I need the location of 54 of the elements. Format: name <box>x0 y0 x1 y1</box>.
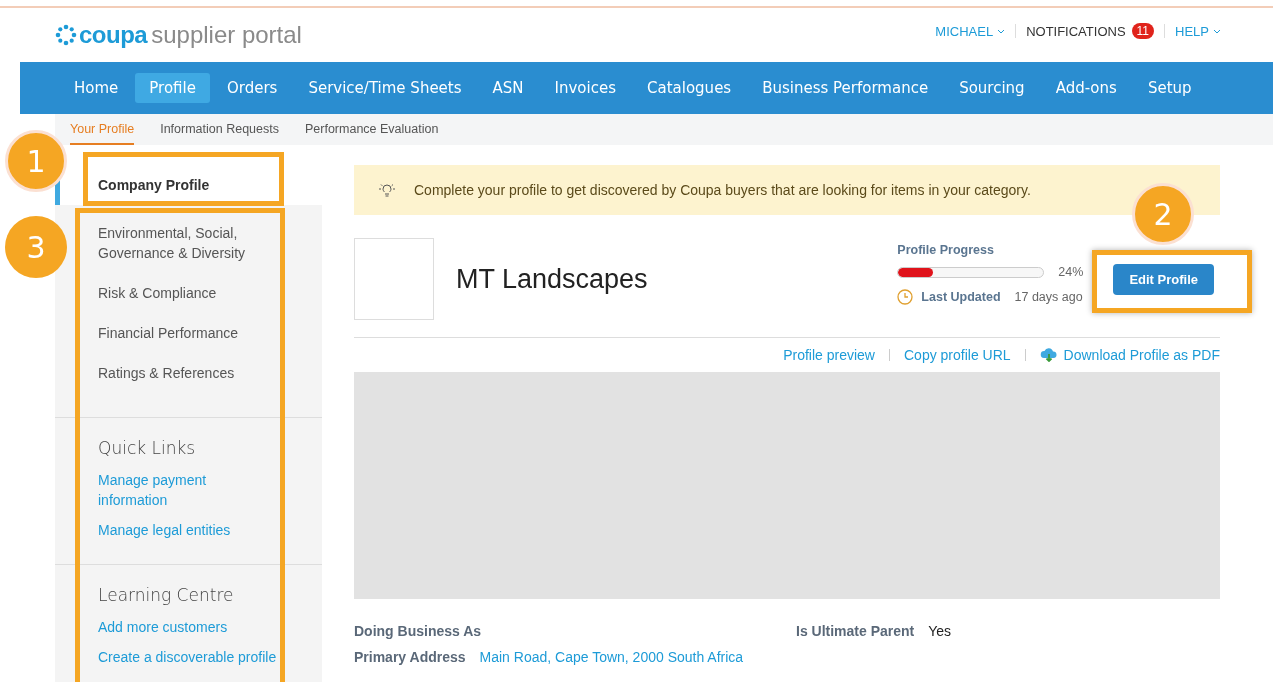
nav-tab[interactable]: ASN <box>478 73 538 103</box>
profile-link[interactable]: Download Profile as PDF <box>1063 347 1220 363</box>
chevron-icon <box>1213 28 1221 34</box>
sidebar-link[interactable]: Create a discoverable profile <box>98 647 338 667</box>
nav-tab[interactable]: Service/Time Sheets <box>294 73 476 103</box>
nav-tab[interactable]: Invoices <box>540 73 630 103</box>
sidebar-item[interactable]: Financial Performance <box>98 323 239 343</box>
sub-tab[interactable]: Information Requests <box>160 114 279 145</box>
profile-link[interactable]: Profile preview <box>783 347 875 363</box>
last-updated-value: 17 days ago <box>1014 290 1083 304</box>
help-menu[interactable]: HELP <box>1175 23 1209 39</box>
edit-profile-button[interactable]: Edit Profile <box>1113 263 1214 295</box>
detail-label: Is Ultimate Parent <box>796 623 915 639</box>
step-marker: 2 <box>1132 183 1194 245</box>
sidebar-link[interactable]: Manage legal entities <box>98 520 278 540</box>
step-marker: 1 <box>5 130 67 192</box>
last-updated-label: Last Updated <box>921 290 1001 304</box>
detail-label: Doing Business As <box>354 623 482 639</box>
logo-brand: coupa <box>79 21 148 49</box>
profile-link[interactable]: Copy profile URL <box>904 347 1011 363</box>
detail-label: Primary Address <box>354 649 466 665</box>
sidebar-item[interactable]: Risk & Compliance <box>98 283 217 303</box>
chevron-icon <box>997 28 1006 34</box>
step-marker: 3 <box>5 216 67 278</box>
notification-count: 11 <box>1131 23 1155 39</box>
notifications-link[interactable]: NOTIFICATIONS <box>1026 23 1126 39</box>
section-heading: Quick Links <box>98 438 197 458</box>
nav-tab[interactable]: Setup <box>1133 73 1206 103</box>
clock-icon <box>897 289 914 305</box>
nav-tab[interactable]: Orders <box>212 73 292 103</box>
nav-tab[interactable]: Home <box>60 73 133 103</box>
nav-tab[interactable]: Sourcing <box>945 73 1039 103</box>
nav-tab[interactable]: Add-ons <box>1041 73 1131 103</box>
progress-percent: 24% <box>1058 265 1084 279</box>
nav-tab[interactable]: Profile <box>135 73 210 103</box>
logo-icon <box>55 24 77 46</box>
lightbulb-icon <box>378 183 396 197</box>
sidebar-item[interactable]: Environmental, Social, Governance & Diversity <box>98 223 268 263</box>
user-menu[interactable]: MICHAEL <box>935 23 994 39</box>
logo-product: supplier portal <box>151 21 302 49</box>
address-link[interactable]: Main Road, Cape Town, 2000 South Africa <box>479 649 744 665</box>
company-name: MT Landscapes <box>456 263 649 295</box>
cloud-download-icon <box>1039 348 1058 362</box>
nav-tab[interactable]: Business Performance <box>748 73 943 103</box>
sub-tab[interactable]: Performance Evaluation <box>305 114 439 145</box>
sidebar-link[interactable]: Add more customers <box>98 617 338 637</box>
section-heading: Learning Centre <box>98 585 235 605</box>
sidebar-link[interactable]: Manage payment information <box>98 470 278 510</box>
nav-tab[interactable]: Catalogues <box>633 73 746 103</box>
detail-value: Yes <box>928 623 952 639</box>
sub-tab[interactable]: Your Profile <box>70 114 135 145</box>
progress-label: Profile Progress <box>897 243 995 257</box>
banner-text: Complete your profile to get discovered by Coupa buyers that are looking for items in your category. <box>414 182 1031 198</box>
sidebar-item[interactable]: Ratings & References <box>98 363 235 383</box>
